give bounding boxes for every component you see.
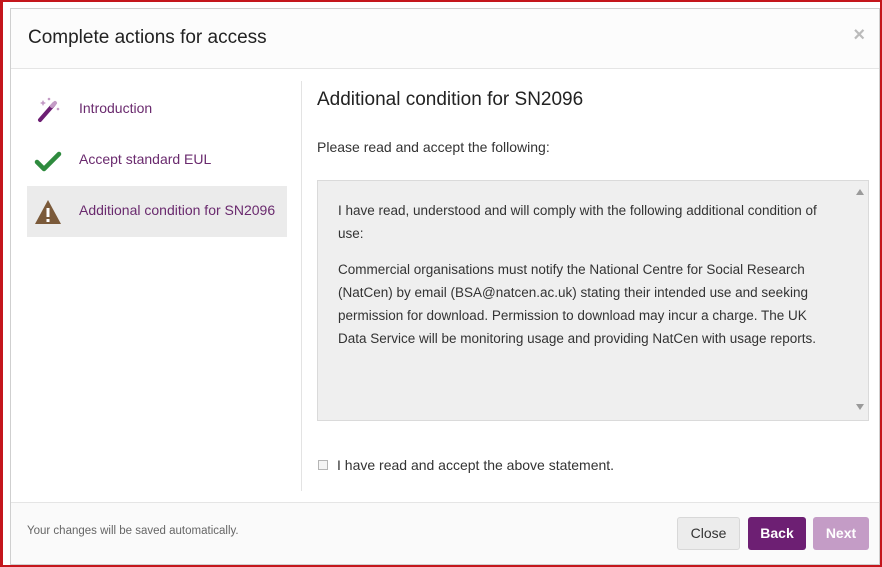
instruction-text: Please read and accept the following: — [317, 139, 550, 155]
sidebar-item-label: Accept standard EUL — [79, 151, 212, 167]
sidebar-item-additional-condition[interactable]: Additional condition for SN2096 — [27, 186, 287, 237]
sidebar-item-introduction[interactable]: Introduction — [27, 84, 287, 135]
close-icon[interactable]: × — [853, 24, 865, 47]
modal-header: Complete actions for access × — [11, 9, 879, 69]
condition-paragraph: I have read, understood and will comply … — [338, 203, 817, 241]
accept-checkbox[interactable] — [318, 460, 328, 470]
sidebar-item-label: Introduction — [79, 100, 153, 116]
steps-sidebar: Introduction Accept standard EUL Additio… — [27, 84, 287, 237]
condition-paragraph: Commercial organisations must notify the… — [338, 262, 817, 346]
access-modal: Complete actions for access × Introducti… — [10, 8, 880, 565]
scroll-down-arrow-icon[interactable] — [856, 404, 864, 410]
condition-title: Additional condition for SN2096 — [317, 89, 584, 110]
magic-wand-icon — [38, 97, 60, 122]
condition-textbox[interactable]: I have read, understood and will comply … — [317, 180, 869, 421]
modal-title: Complete actions for access — [28, 27, 267, 48]
warning-icon — [35, 200, 61, 224]
autosave-note: Your changes will be saved automatically… — [27, 525, 239, 537]
checkmark-icon — [34, 151, 62, 172]
condition-text: I have read, understood and will comply … — [338, 199, 828, 363]
back-button[interactable]: Back — [748, 517, 806, 550]
accept-checkbox-label[interactable]: I have read and accept the above stateme… — [337, 457, 614, 473]
scroll-up-arrow-icon[interactable] — [856, 189, 864, 195]
vertical-divider — [301, 81, 302, 491]
next-button[interactable]: Next — [813, 517, 869, 550]
close-button[interactable]: Close — [677, 517, 740, 550]
modal-footer: Your changes will be saved automatically… — [11, 502, 879, 564]
sidebar-item-label: Additional condition for SN2096 — [79, 202, 276, 218]
sidebar-item-accept-eul[interactable]: Accept standard EUL — [27, 135, 287, 186]
